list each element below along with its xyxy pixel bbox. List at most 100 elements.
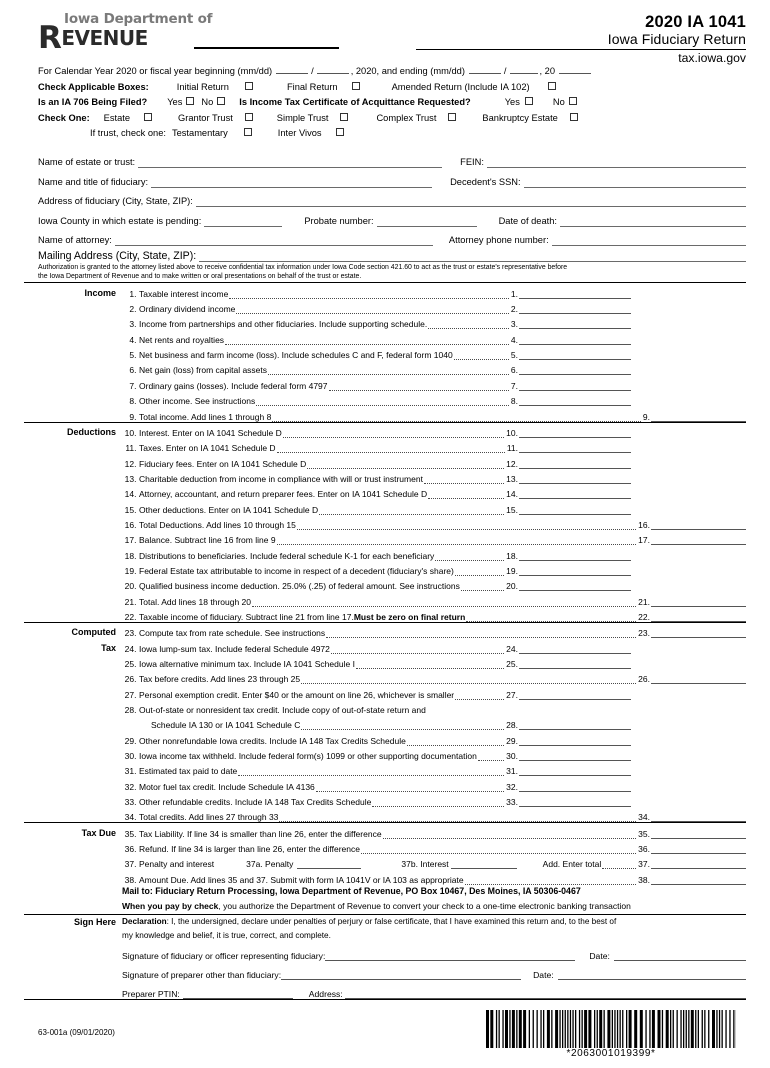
mailing-address-input[interactable]: [199, 250, 746, 262]
initial-return-checkbox[interactable]: [245, 82, 253, 90]
attorney-name-label: Name of attorney:: [38, 235, 115, 246]
amount-input[interactable]: [519, 366, 631, 375]
amount-input[interactable]: [519, 290, 631, 299]
begin-month-input[interactable]: [276, 65, 308, 74]
end-year-input[interactable]: [559, 65, 591, 74]
fiduciary-signature-row: Signature of fiduciary or officer repres…: [24, 942, 746, 961]
line-number: 12.: [122, 459, 139, 469]
begin-day-input[interactable]: [317, 65, 349, 74]
amount-input[interactable]: [519, 552, 631, 561]
bankruptcy-estate-checkbox[interactable]: [570, 113, 578, 121]
attorney-phone-input[interactable]: [552, 236, 746, 246]
amount-input[interactable]: [519, 336, 631, 345]
leader-dots: [307, 462, 504, 469]
acquittance-yes-checkbox[interactable]: [525, 97, 533, 105]
iowa-county-input[interactable]: [204, 217, 282, 227]
end-month-input[interactable]: [469, 65, 501, 74]
probate-number-input[interactable]: [377, 217, 477, 227]
ia706-no-checkbox[interactable]: [217, 97, 225, 105]
amount-input[interactable]: [519, 397, 631, 406]
fein-input[interactable]: [487, 158, 746, 168]
amount-input-total[interactable]: [651, 598, 746, 607]
amount-input-total[interactable]: [651, 813, 746, 822]
amount-input-total[interactable]: [651, 536, 746, 545]
fiduciary-name-row: Name and title of fiduciary: Decedent's …: [38, 168, 746, 188]
amount-input[interactable]: [519, 691, 631, 700]
line-description: Balance. Subtract line 16 from line 9: [139, 535, 276, 545]
end-day-input[interactable]: [510, 65, 538, 74]
logo-main-rest: EVENUE: [61, 26, 147, 50]
amount-input[interactable]: [519, 475, 631, 484]
interest-amount-input[interactable]: [451, 860, 517, 869]
simple-trust-checkbox[interactable]: [340, 113, 348, 121]
amount-input[interactable]: [519, 582, 631, 591]
iowa-dor-logo: Iowa Department of REVENUE: [38, 13, 338, 51]
amount-input[interactable]: [519, 783, 631, 792]
fiduciary-date-input[interactable]: [614, 952, 746, 961]
attorney-name-input[interactable]: [115, 236, 433, 246]
amount-input-total[interactable]: [651, 629, 746, 638]
penalty-amount-input[interactable]: [297, 860, 361, 869]
amount-input-total[interactable]: [651, 613, 746, 622]
line-number: 21.: [122, 597, 139, 607]
amount-input[interactable]: [519, 429, 631, 438]
amount-input[interactable]: [519, 506, 631, 515]
preparer-address-input[interactable]: [345, 990, 746, 999]
amount-input-total[interactable]: [651, 675, 746, 684]
amount-input[interactable]: [519, 444, 631, 453]
amount-input[interactable]: [519, 767, 631, 776]
amount-input[interactable]: [519, 351, 631, 360]
preparer-ptin-input[interactable]: [183, 990, 293, 999]
fiduciary-address-input[interactable]: [196, 197, 746, 207]
amount-input[interactable]: [519, 645, 631, 654]
barcode-block: *2063001019399*: [486, 1010, 736, 1059]
acquittance-yes-label: Yes: [505, 95, 520, 111]
amount-input[interactable]: [519, 660, 631, 669]
inter-vivos-checkbox[interactable]: [336, 128, 344, 136]
leader-dots: [383, 832, 637, 839]
line-row: 11. Taxes. Enter on IA 1041 Schedule D 1…: [24, 438, 746, 453]
grantor-trust-checkbox[interactable]: [245, 113, 253, 121]
begin-slash: /: [311, 64, 314, 80]
amount-input[interactable]: [519, 460, 631, 469]
amount-input[interactable]: [519, 737, 631, 746]
line-number-right: 32.: [505, 782, 519, 792]
leader-dots: [465, 878, 637, 885]
mail-to-text: Mail to: Fiduciary Return Processing, Io…: [122, 885, 581, 899]
amended-return-checkbox[interactable]: [548, 82, 556, 90]
amount-input-total[interactable]: [651, 860, 746, 869]
amount-input[interactable]: [519, 752, 631, 761]
final-return-checkbox[interactable]: [352, 82, 360, 90]
amount-input-total[interactable]: [651, 521, 746, 530]
amount-input[interactable]: [519, 320, 631, 329]
line-row: 20. Qualified business income deduction.…: [24, 576, 746, 591]
amount-input[interactable]: [519, 567, 631, 576]
preparer-date-input[interactable]: [558, 971, 746, 980]
amount-input[interactable]: [519, 798, 631, 807]
estate-checkbox[interactable]: [144, 113, 152, 121]
amount-input-total[interactable]: [651, 830, 746, 839]
fiduciary-name-input[interactable]: [151, 178, 432, 188]
amount-input-total[interactable]: [651, 413, 746, 422]
fiduciary-signature-input[interactable]: [325, 952, 575, 961]
testamentary-checkbox[interactable]: [244, 128, 252, 136]
amount-input-total[interactable]: [651, 845, 746, 854]
ia706-yes-checkbox[interactable]: [186, 97, 194, 105]
amount-input[interactable]: [519, 721, 631, 730]
amount-input[interactable]: [519, 382, 631, 391]
leader-dots: [326, 631, 636, 638]
line-number: 37.: [122, 859, 139, 869]
leader-dots: [252, 600, 636, 607]
acquittance-no-checkbox[interactable]: [569, 97, 577, 105]
estate-name-input[interactable]: [138, 158, 442, 168]
leader-dots: [454, 353, 509, 360]
date-of-death-input[interactable]: [560, 217, 746, 227]
decedent-ssn-input[interactable]: [524, 178, 746, 188]
line-number: 1.: [122, 289, 139, 299]
amount-input[interactable]: [519, 490, 631, 499]
preparer-signature-input[interactable]: [281, 971, 521, 980]
amount-input-total[interactable]: [651, 876, 746, 885]
complex-trust-checkbox[interactable]: [448, 113, 456, 121]
amount-input[interactable]: [519, 305, 631, 314]
if-trust-row: If trust, check one: Testamentary Inter …: [38, 126, 746, 142]
